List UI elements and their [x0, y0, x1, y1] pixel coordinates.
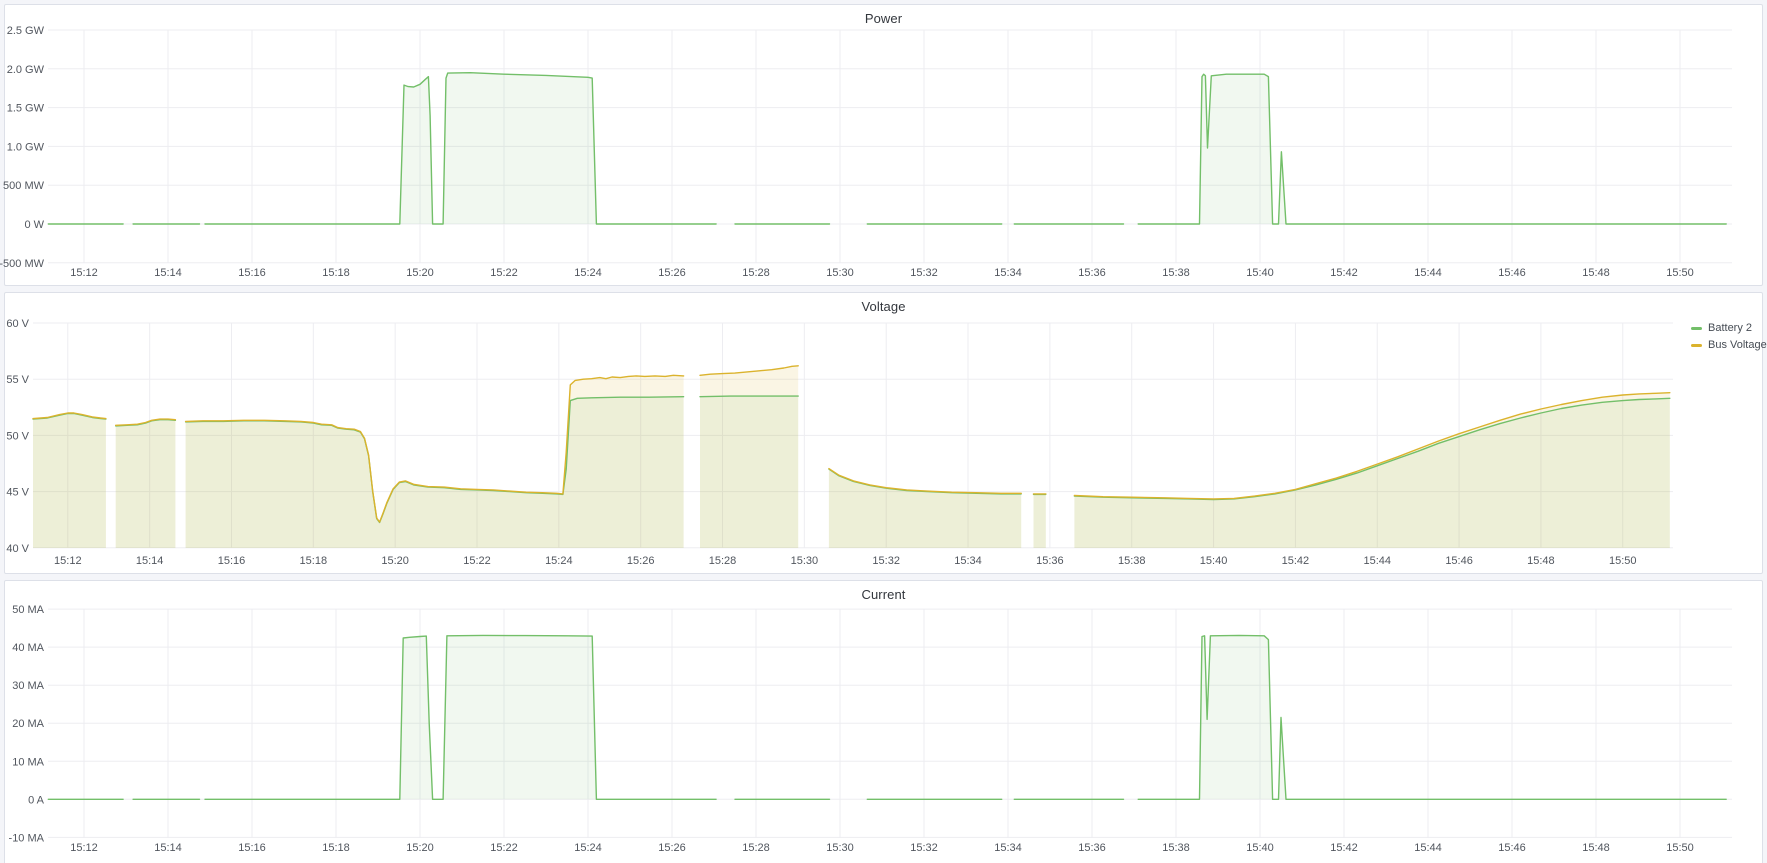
legend-label: Bus Voltage: [1708, 337, 1767, 354]
panel-voltage-title[interactable]: Voltage: [5, 299, 1762, 314]
legend-item-battery-2[interactable]: Battery 2: [1691, 320, 1767, 337]
panel-power-title[interactable]: Power: [5, 11, 1762, 26]
dashboard: Power Voltage Battery 2 Bus Voltage Curr…: [0, 0, 1767, 863]
panel-current[interactable]: Current: [4, 580, 1763, 863]
voltage-legend: Battery 2 Bus Voltage: [1691, 320, 1767, 354]
bus-voltage-swatch-icon: [1691, 344, 1702, 347]
battery-2-swatch-icon: [1691, 327, 1702, 330]
panel-voltage[interactable]: Voltage Battery 2 Bus Voltage: [4, 292, 1763, 574]
legend-label: Battery 2: [1708, 320, 1752, 337]
legend-item-bus-voltage[interactable]: Bus Voltage: [1691, 337, 1767, 354]
panel-current-title[interactable]: Current: [5, 587, 1762, 602]
panel-power[interactable]: Power: [4, 4, 1763, 286]
